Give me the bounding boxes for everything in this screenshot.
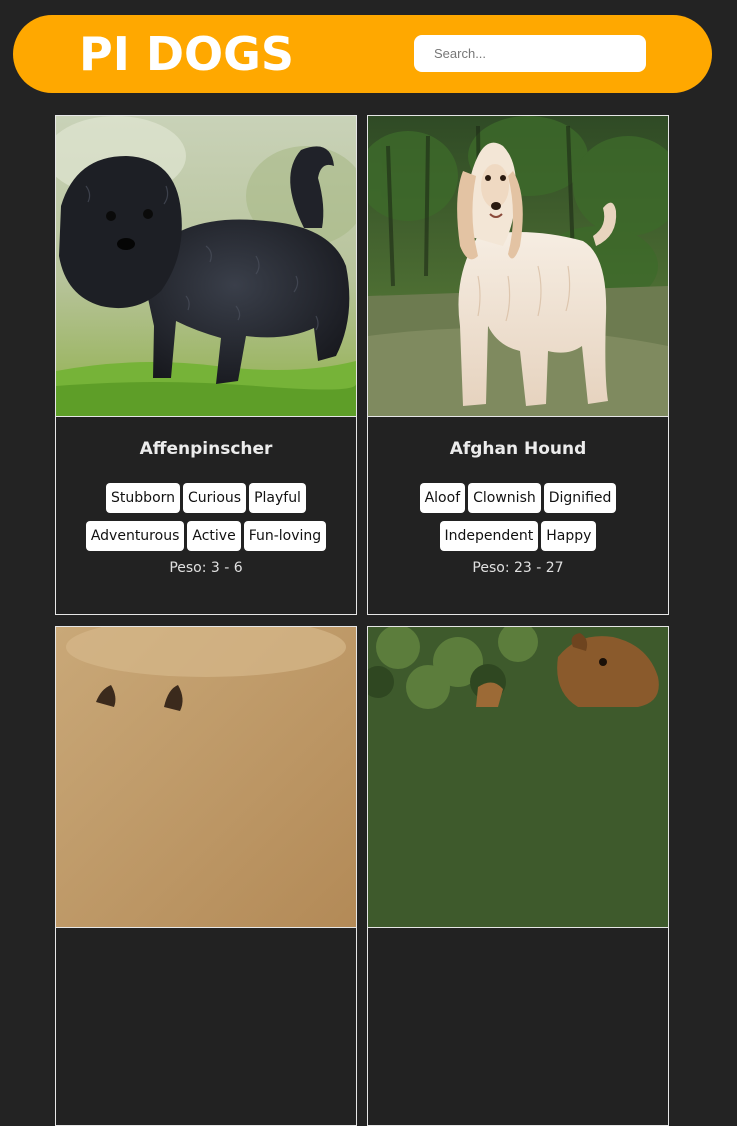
dog-card[interactable]: Affenpinscher Stubborn Curious Playful A… xyxy=(55,115,357,615)
dog-weight: Peso: 23 - 27 xyxy=(472,560,564,576)
temperament-tag: Curious xyxy=(183,483,247,513)
dog-card[interactable] xyxy=(367,626,669,1126)
temperament-tag: Aloof xyxy=(419,483,466,513)
dog-name: Affenpinscher xyxy=(139,439,273,459)
temperament-tag: Clownish xyxy=(468,483,541,513)
temperament-list: Stubborn Curious Playful Adventurous Act… xyxy=(66,483,346,551)
dog-name: Afghan Hound xyxy=(449,439,587,459)
site-logo[interactable]: PI DOGS xyxy=(79,28,294,80)
temperament-list: Aloof Clownish Dignified Independent Hap… xyxy=(378,483,658,551)
dog-weight: Peso: 3 - 6 xyxy=(169,560,243,576)
temperament-tag: Adventurous xyxy=(85,521,185,551)
dog-photo[interactable] xyxy=(368,627,668,928)
temperament-tag: Happy xyxy=(541,521,597,551)
dog-photo[interactable] xyxy=(56,116,356,417)
dog-card[interactable] xyxy=(55,626,357,1126)
temperament-tag: Active xyxy=(187,521,241,551)
temperament-tag: Fun-loving xyxy=(243,521,327,551)
dog-photo[interactable] xyxy=(368,116,668,417)
temperament-tag: Stubborn xyxy=(106,483,181,513)
dog-photo-affenpinscher xyxy=(56,116,356,416)
dog-photo[interactable] xyxy=(56,627,356,928)
dog-card[interactable]: Afghan Hound Aloof Clownish Dignified In… xyxy=(367,115,669,615)
temperament-tag: Dignified xyxy=(543,483,617,513)
temperament-tag: Independent xyxy=(439,521,539,551)
search-input[interactable] xyxy=(414,35,646,72)
dog-photo-third xyxy=(56,627,356,927)
dog-photo-fourth xyxy=(368,627,668,927)
temperament-tag: Playful xyxy=(249,483,306,513)
dog-photo-afghan-hound xyxy=(368,116,668,416)
navbar: PI DOGS xyxy=(13,15,712,93)
